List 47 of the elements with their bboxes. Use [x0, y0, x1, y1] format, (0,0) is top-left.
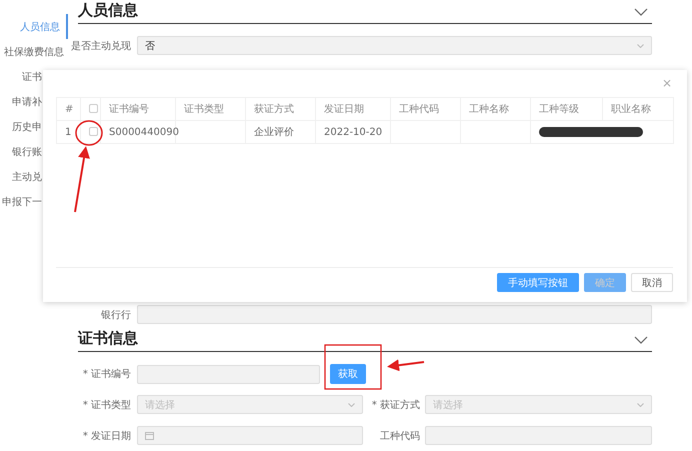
- field-label: * 获证方式: [370, 398, 421, 412]
- section-title: 人员信息: [78, 1, 138, 20]
- column-header: 证书编号: [100, 98, 176, 120]
- select-field[interactable]: 否: [137, 36, 652, 55]
- column-header: 工种名称: [460, 98, 530, 120]
- caret-icon: [348, 402, 355, 406]
- column-header: 工种代码: [390, 98, 460, 120]
- annotation-arrow: [74, 146, 90, 212]
- field-label: 银行行: [100, 308, 132, 322]
- chevron-down-icon[interactable]: [634, 336, 648, 344]
- checkbox[interactable]: [89, 127, 98, 136]
- sidebar-item[interactable]: 申请补: [12, 89, 42, 114]
- field-label: 是否主动兑现: [71, 40, 132, 52]
- sidebar-item[interactable]: 证书: [22, 64, 42, 89]
- sidebar-item[interactable]: 申报下一: [2, 189, 42, 214]
- sidebar-item[interactable]: 银行账: [12, 139, 42, 164]
- field-label: * 证书类型: [82, 398, 132, 412]
- input-field[interactable]: [137, 305, 652, 324]
- annotation-circle: [75, 120, 103, 146]
- table-cell: 2022-10-20: [316, 120, 390, 144]
- chevron-down-icon[interactable]: [634, 8, 648, 16]
- column-header: 获证方式: [246, 98, 316, 120]
- column-header: 职业名称: [602, 98, 674, 120]
- field-label: 工种代码: [379, 430, 421, 442]
- date-field[interactable]: [137, 426, 363, 445]
- input-field[interactable]: [137, 364, 320, 384]
- input-field[interactable]: [425, 426, 652, 445]
- highlight-frame: [324, 344, 382, 390]
- column-header: 发证日期: [316, 98, 390, 120]
- section-title: 证书信息: [78, 329, 138, 348]
- sidebar-item[interactable]: 社保缴费信息: [4, 39, 64, 64]
- field-label: * 证书编号: [82, 368, 132, 381]
- sidebar-item[interactable]: 人员信息: [20, 14, 68, 39]
- sidebar-item[interactable]: 历史申: [12, 114, 42, 139]
- sidebar-item[interactable]: 主动兑: [12, 164, 42, 189]
- checkbox[interactable]: [89, 104, 98, 114]
- annotation-arrow: [387, 359, 424, 372]
- field-label: * 发证日期: [82, 430, 132, 442]
- caret-icon: [637, 44, 644, 48]
- table-cell: 企业评价: [246, 120, 316, 144]
- column-header: 工种等级: [530, 98, 602, 120]
- caret-icon: [637, 402, 644, 406]
- column-header: #: [56, 98, 80, 120]
- column-header: 证书类型: [176, 98, 246, 120]
- table-cell: 1: [56, 120, 80, 144]
- calendar-icon: [145, 431, 154, 440]
- cancel-button[interactable]: 取消: [631, 273, 673, 292]
